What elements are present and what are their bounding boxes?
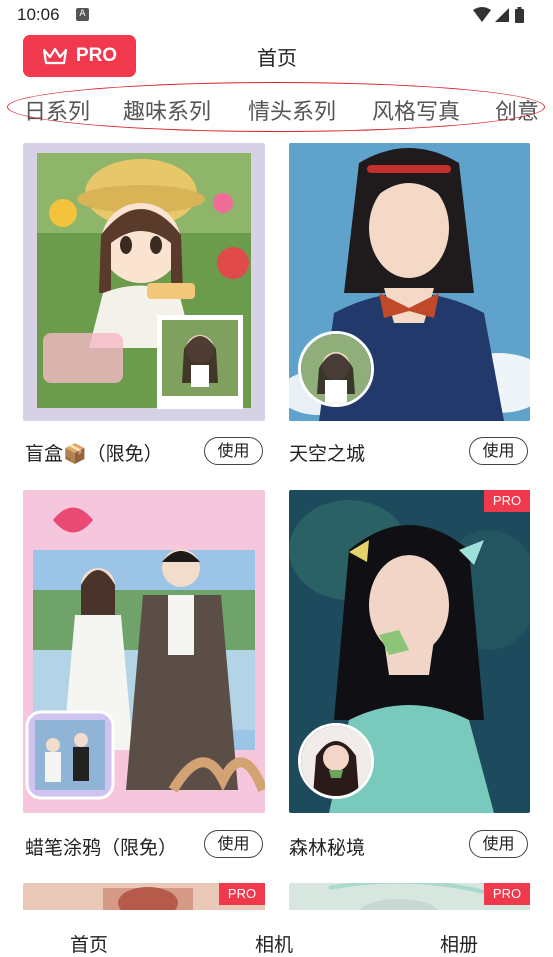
pro-badge: PRO: [484, 490, 530, 512]
pro-badge: PRO: [484, 883, 530, 905]
use-button[interactable]: 使用: [204, 437, 263, 465]
wifi-icon: [473, 7, 491, 22]
avatar: [298, 723, 374, 799]
card-image[interactable]: [23, 490, 265, 813]
status-bar: 10:06 A: [0, 0, 553, 30]
pro-button-label: PRO: [75, 45, 118, 66]
header: PRO 首页: [0, 30, 553, 80]
tab-1[interactable]: 趣味系列: [123, 94, 211, 126]
card-label: 森林秘境: [289, 837, 366, 859]
card-image[interactable]: [23, 143, 265, 421]
status-icons: [473, 7, 524, 23]
use-button[interactable]: 使用: [469, 830, 528, 858]
pro-badge: PRO: [219, 883, 265, 905]
crown-icon: [42, 47, 68, 65]
notification-icon: A: [76, 8, 89, 21]
template-card[interactable]: PRO 森林秘境 使用: [289, 490, 530, 865]
template-card[interactable]: 蜡笔涂鸦（限免） 使用: [23, 490, 265, 865]
card-label: 天空之城: [289, 443, 366, 465]
status-time: 10:06: [17, 5, 60, 24]
battery-icon: [515, 7, 524, 23]
use-button[interactable]: 使用: [469, 437, 528, 465]
signal-icon: [495, 8, 509, 22]
bottom-nav: 首页 相机 相册: [0, 910, 553, 956]
page-title: 首页: [257, 46, 297, 70]
template-card[interactable]: 天空之城 使用: [289, 143, 530, 473]
avatar: [298, 331, 374, 407]
tab-2[interactable]: 情头系列: [248, 94, 336, 126]
pro-button[interactable]: PRO: [23, 35, 136, 77]
tab-0[interactable]: 日系列: [24, 94, 90, 126]
tab-3[interactable]: 风格写真: [372, 94, 460, 126]
use-button[interactable]: 使用: [204, 830, 263, 858]
template-card[interactable]: 盲盒📦（限免） 使用: [23, 143, 265, 473]
card-label: 盲盒📦（限免）: [25, 443, 163, 465]
card-label: 蜡笔涂鸦（限免）: [25, 837, 178, 859]
category-tabs: 日系列 趣味系列 情头系列 风格写真 创意: [0, 86, 553, 134]
tab-4[interactable]: 创意: [495, 94, 539, 126]
